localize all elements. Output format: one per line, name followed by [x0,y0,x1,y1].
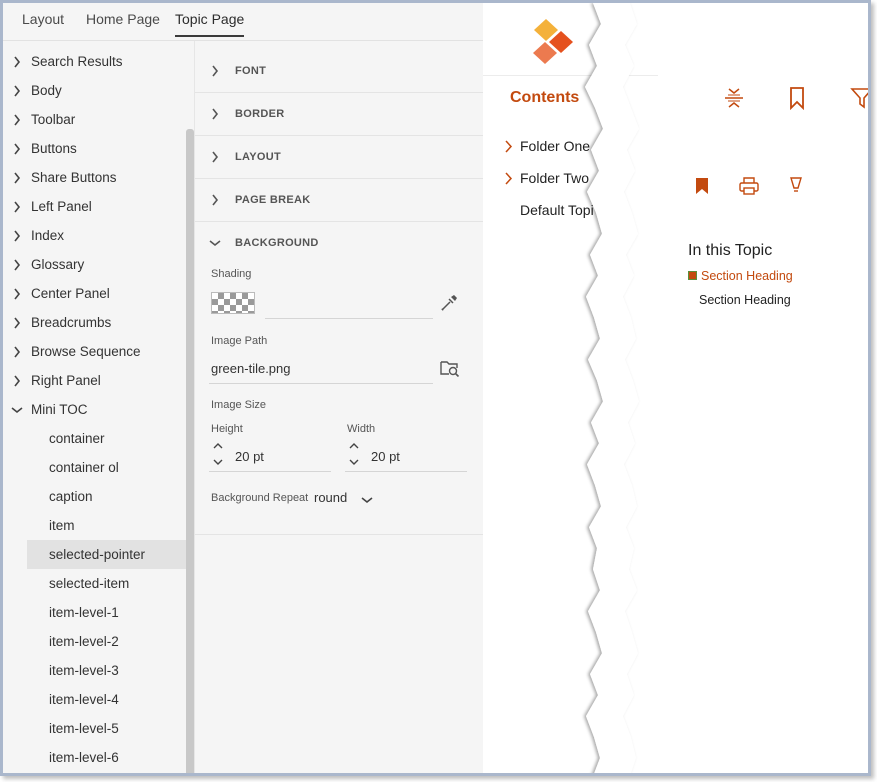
screenshot-frame: Layout Home Page Topic Page Search Resul… [0,0,871,776]
torn-edge-decoration [585,3,639,773]
